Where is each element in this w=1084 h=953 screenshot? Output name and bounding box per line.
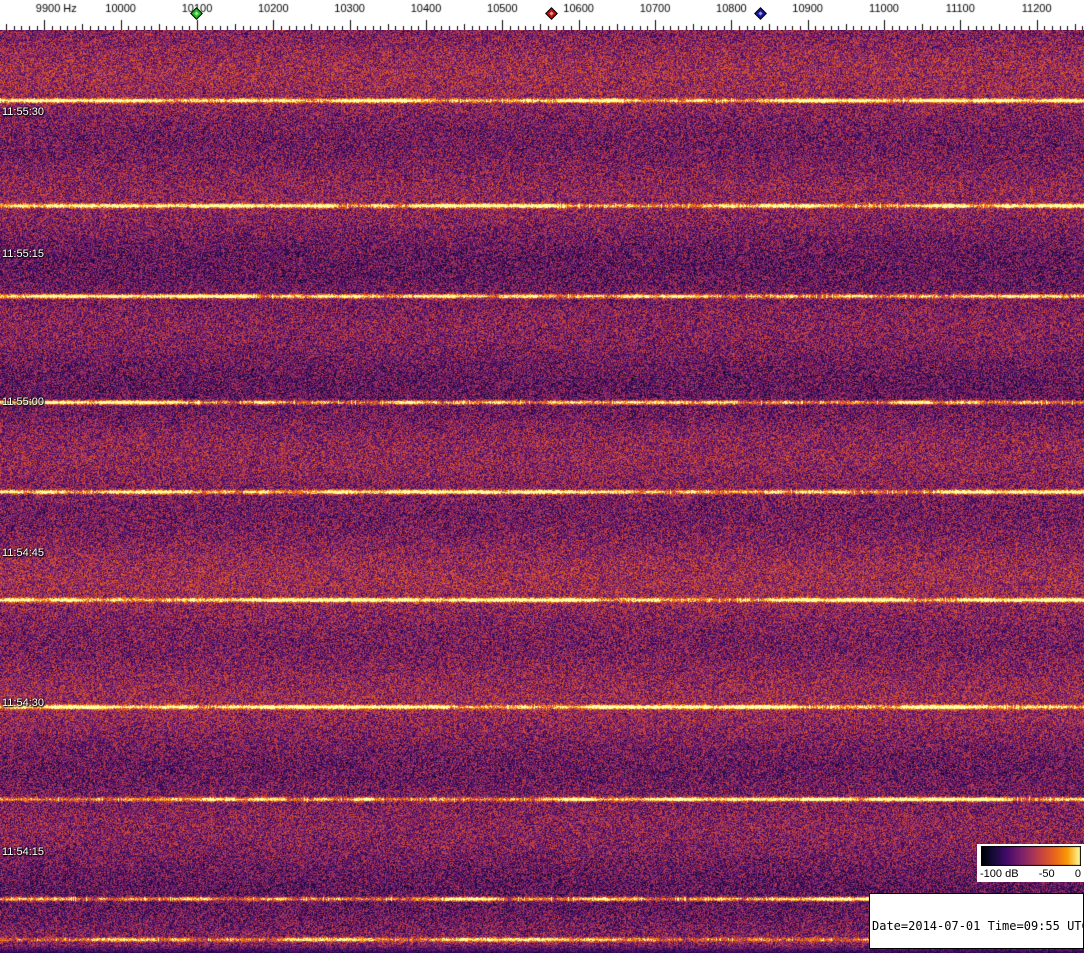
waterfall-screen: 11:55:30 11:55:15 11:55:00 11:54:45 11:5… (0, 0, 1084, 953)
time-label: 11:55:00 (2, 396, 44, 408)
time-label: 11:55:30 (2, 106, 44, 118)
legend-mid-label: -50 (1039, 866, 1055, 882)
time-label: 11:54:30 (2, 697, 44, 709)
color-scale-gradient (981, 846, 1081, 866)
color-scale-legend: -100 dB -50 0 (977, 844, 1084, 882)
color-scale-labels: -100 dB -50 0 (979, 866, 1082, 882)
legend-min-label: -100 dB (980, 866, 1019, 882)
info-date-line: Date=2014-07-01 Time=09:55 UTC (872, 920, 1081, 933)
waterfall-spectrogram (0, 30, 1084, 953)
info-box: Date=2014-07-01 Time=09:55 UTC Freq=143 … (869, 893, 1084, 949)
time-label: 11:55:15 (2, 248, 44, 260)
time-label: 11:54:45 (2, 547, 44, 559)
time-label: 11:54:15 (2, 846, 44, 858)
frequency-ruler[interactable] (0, 0, 1084, 30)
legend-max-label: 0 (1075, 866, 1081, 882)
